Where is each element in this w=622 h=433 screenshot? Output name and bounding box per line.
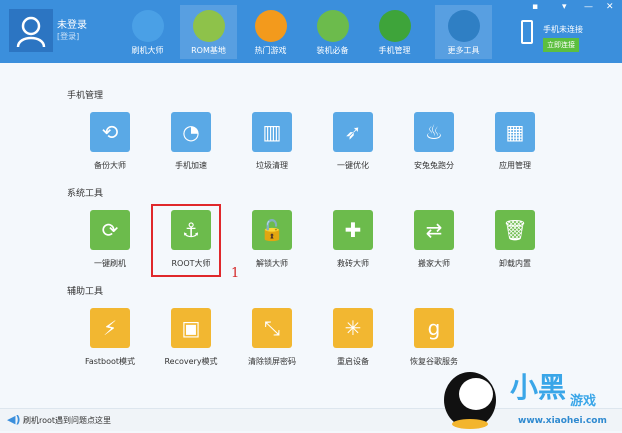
watermark-url: www.xiaohei.com (518, 416, 607, 426)
tool-label: 卸载内置 (499, 259, 531, 268)
tool-icon: ▦ (495, 112, 535, 152)
nav-tab-1[interactable]: ROM基地 (180, 5, 237, 59)
tool-label: 搬家大师 (418, 259, 450, 268)
tool-icon: ✚ (333, 210, 373, 250)
tool-icon: ⇄ (414, 210, 454, 250)
tool-icon: g (414, 308, 454, 348)
login-link[interactable]: [登录] (57, 31, 79, 42)
tool-label: 重启设备 (337, 357, 369, 366)
nav-label: 手机管理 (378, 46, 411, 55)
tool-icon: ⚡ (90, 308, 130, 348)
tool-icon: ▥ (252, 112, 292, 152)
phone-status: 手机未连接 (543, 25, 583, 34)
tool-label: 应用管理 (499, 161, 531, 170)
tool-icon: ◔ (171, 112, 211, 152)
tool-icon: ▣ (171, 308, 211, 348)
tool-icon: ➶ (333, 112, 373, 152)
nav-tab-0[interactable]: 刷机大师 (119, 5, 176, 59)
nav-icon (378, 10, 411, 42)
menu-dropdown-icon[interactable]: ▾ (562, 2, 567, 12)
nav-label: 刷机大师 (131, 46, 164, 55)
tool-icon: ⟳ (90, 210, 130, 250)
tool-icon: 🔓 (252, 210, 292, 250)
nav-icon (254, 10, 287, 42)
nav-icon (316, 10, 349, 42)
nav-icon (192, 10, 225, 42)
connect-button[interactable]: 立即连接 (543, 38, 579, 52)
close-icon[interactable]: ✕ (606, 2, 614, 12)
tool-Fastboot模式[interactable]: ⚡ Fastboot模式 (75, 308, 145, 367)
tool-一键刷机[interactable]: ⟳ 一键刷机 (75, 210, 145, 269)
phone-icon (521, 20, 533, 44)
nav-icon (131, 10, 164, 42)
tool-label: 一键刷机 (94, 259, 126, 268)
tool-label: 救砖大师 (337, 259, 369, 268)
feedback-icon[interactable]: ▪ (532, 2, 538, 12)
nav-tab-4[interactable]: 手机管理 (366, 5, 423, 59)
tool-Recovery模式[interactable]: ▣ Recovery模式 (156, 308, 226, 367)
tool-label: Recovery模式 (164, 357, 218, 366)
tool-label: 备份大师 (94, 161, 126, 170)
tool-解锁大师[interactable]: 🔓 解锁大师 (237, 210, 307, 269)
tool-label: Fastboot模式 (84, 357, 136, 366)
nav-tab-3[interactable]: 装机必备 (304, 5, 361, 59)
annotation-number: 1 (231, 266, 240, 281)
watermark-logo: 小黑 游戏 www.xiaohei.com (430, 360, 620, 430)
tool-重启设备[interactable]: ✳ 重启设备 (318, 308, 388, 367)
tool-一键优化[interactable]: ➶ 一键优化 (318, 112, 388, 171)
nav-label: 热门游戏 (254, 46, 287, 55)
tool-清除锁屏密码[interactable]: ⤡ 清除锁屏密码 (237, 308, 307, 367)
tool-label: 一键优化 (337, 161, 369, 170)
tool-备份大师[interactable]: ⟲ 备份大师 (75, 112, 145, 171)
watermark-text-2: 游戏 (570, 394, 597, 409)
tool-安兔兔跑分[interactable]: ♨ 安兔兔跑分 (399, 112, 469, 171)
speaker-icon: ◀) (7, 413, 21, 426)
tool-icon: ♨ (414, 112, 454, 152)
tool-icon: ⤡ (252, 308, 292, 348)
tool-icon: 🗑 (495, 210, 535, 250)
tool-救砖大师[interactable]: ✚ 救砖大师 (318, 210, 388, 269)
section-title: 辅助工具 (67, 287, 104, 297)
tool-恢复谷歌服务[interactable]: g 恢复谷歌服务 (399, 308, 469, 367)
nav-label: 更多工具 (447, 46, 480, 55)
tool-label: 安兔兔跑分 (414, 161, 454, 170)
tool-label: 手机加速 (175, 161, 207, 170)
tool-label: 清除锁屏密码 (248, 357, 296, 366)
help-link[interactable]: 刷机root遇到问题点这里 (23, 415, 111, 426)
minimize-icon[interactable]: — (584, 2, 593, 12)
watermark-text: 小黑 (510, 371, 567, 404)
tool-搬家大师[interactable]: ⇄ 搬家大师 (399, 210, 469, 269)
nav-tab-2[interactable]: 热门游戏 (242, 5, 299, 59)
section-title: 系统工具 (67, 189, 104, 199)
tool-垃圾清理[interactable]: ▥ 垃圾清理 (237, 112, 307, 171)
nav-label: 装机必备 (316, 46, 349, 55)
tool-icon: ⟲ (90, 112, 130, 152)
top-bar: 未登录 [登录] 刷机大师 ROM基地 热门游戏 装机必备 手机管理 更多工具 ▪ ▾ —… (0, 0, 622, 63)
highlight-box (151, 204, 221, 277)
avatar[interactable] (9, 9, 53, 52)
user-name: 未登录 (57, 20, 87, 31)
tool-icon: ✳ (333, 308, 373, 348)
tool-label: 解锁大师 (256, 259, 288, 268)
tool-手机加速[interactable]: ◔ 手机加速 (156, 112, 226, 171)
nav-icon (447, 10, 480, 42)
section-title: 手机管理 (67, 91, 104, 101)
tool-label: 垃圾清理 (256, 161, 288, 170)
nav-label: ROM基地 (191, 46, 226, 55)
tool-应用管理[interactable]: ▦ 应用管理 (480, 112, 550, 171)
nav-tab-5[interactable]: 更多工具 (435, 5, 492, 59)
tool-卸载内置[interactable]: 🗑 卸载内置 (480, 210, 550, 269)
